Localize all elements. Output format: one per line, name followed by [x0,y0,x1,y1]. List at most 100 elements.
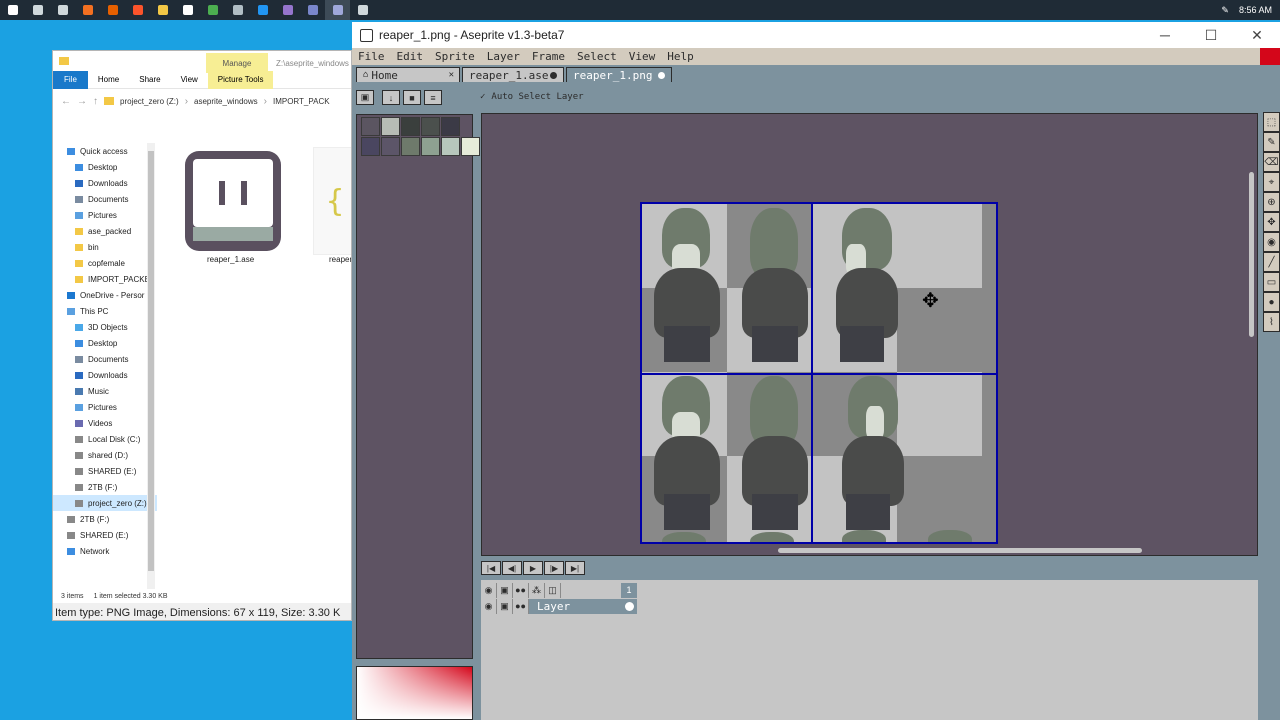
canvas-area[interactable]: ✥ [481,113,1258,556]
nav-item[interactable]: Videos [53,415,157,431]
app5-icon[interactable] [350,0,375,20]
palette-swatch[interactable] [441,137,460,156]
ribbon-view-tab[interactable]: View [171,75,208,84]
file-thumbnail[interactable] [181,147,285,255]
smudge-icon[interactable]: ⌇ [1263,312,1280,332]
nav-item[interactable]: SHARED (E:) [53,463,157,479]
nav-item[interactable]: shared (D:) [53,447,157,463]
aseprite-icon[interactable] [325,0,350,20]
up-arrow-icon[interactable]: ↑ [93,96,98,107]
search-app-icon[interactable] [75,0,100,20]
sprite-sheet[interactable] [640,202,998,544]
minimize-icon[interactable]: ─ [1142,22,1188,48]
prev-frame-icon[interactable]: ◀| [502,561,522,575]
nav-item[interactable]: bin [53,239,157,255]
firefox-icon[interactable] [100,0,125,20]
nav-item[interactable]: Desktop [53,159,157,175]
menu-sprite[interactable]: Sprite [429,50,481,63]
palette-swatch[interactable] [361,137,380,156]
nav-item[interactable]: Pictures [53,399,157,415]
onion-skin-icon[interactable]: ●● [513,582,529,598]
app3-icon[interactable] [275,0,300,20]
play-icon[interactable]: ▶ [523,561,543,575]
close-icon[interactable]: ✕ [1234,22,1280,48]
blur-icon[interactable]: ● [1263,292,1280,312]
nav-item[interactable]: copfemale [53,255,157,271]
modified-dot-icon[interactable] [550,71,557,79]
zoom-icon[interactable]: ⊕ [1263,192,1280,212]
color-picker[interactable] [356,666,473,720]
rectangle-icon[interactable]: ▭ [1263,272,1280,292]
nav-item[interactable]: project_zero (Z:) [53,495,157,511]
menu-edit[interactable]: Edit [391,50,430,63]
move-icon[interactable]: ✥ [1263,212,1280,232]
eye-icon[interactable]: ◉ [481,598,497,614]
nav-item[interactable]: ase_packed [53,223,157,239]
notification-icon[interactable] [1260,48,1280,66]
layer-name[interactable]: Layer [529,598,621,614]
menu-select[interactable]: Select [571,50,623,63]
nav-item[interactable]: Network [53,543,157,559]
app4-icon[interactable] [300,0,325,20]
manage-tab[interactable]: Manage [206,53,268,73]
obs-icon[interactable] [175,0,200,20]
modified-dot-icon[interactable] [658,71,665,79]
nav-item[interactable]: 3D Objects [53,319,157,335]
palette-swatch[interactable] [381,137,400,156]
forward-arrow-icon[interactable]: → [77,96,87,107]
nav-item[interactable]: Documents [53,191,157,207]
nav-item[interactable]: Pictures [53,207,157,223]
close-tab-icon[interactable]: ✕ [449,70,454,80]
ribbon-picture-tools-tab[interactable]: Picture Tools [207,70,274,89]
auto-select-layer-checkbox[interactable]: ✓ Auto Select Layer [480,92,584,102]
brave-icon[interactable] [125,0,150,20]
transparent-icon[interactable]: ■ [403,90,421,105]
file-name[interactable]: reaper_1.ase [207,255,254,264]
eraser-icon[interactable]: ⌫ [1263,152,1280,172]
nav-item[interactable]: 2TB (F:) [53,511,157,527]
json-file-icon[interactable]: { [313,147,351,255]
palette-swatch[interactable] [401,137,420,156]
pencil-icon[interactable]: ✎ [1263,132,1280,152]
vscode-icon[interactable] [250,0,275,20]
layer-row[interactable]: ◉ ▣ ●● Layer [481,598,637,614]
nav-item[interactable]: Documents [53,351,157,367]
scroll-thumb[interactable] [148,151,154,571]
first-frame-icon[interactable]: |◀ [481,561,501,575]
canvas-vscrollbar[interactable] [1249,172,1254,337]
next-frame-icon[interactable]: |▶ [544,561,564,575]
tab-home[interactable]: ⌂ Home ✕ [356,67,460,82]
palette-swatch[interactable] [361,117,380,136]
lock-icon[interactable]: ▣ [497,598,513,614]
menu-layer[interactable]: Layer [481,50,526,63]
ribbon-home-tab[interactable]: Home [88,75,129,84]
palette-swatch[interactable] [461,137,480,156]
palette-swatch[interactable] [421,117,440,136]
nav-item[interactable]: Downloads [53,367,157,383]
lock-icon[interactable]: ▣ [497,582,513,598]
file-name[interactable]: reaper [329,255,351,264]
palette-swatch[interactable] [401,117,420,136]
layers-icon[interactable]: ◫ [545,582,561,598]
cel[interactable] [621,598,637,614]
search-icon[interactable] [25,0,50,20]
pivot-icon[interactable]: ↓ [382,90,400,105]
explorer-icon[interactable] [150,0,175,20]
clock[interactable]: 8:56 AM [1239,5,1272,15]
pen-icon[interactable]: ✎ [1221,5,1229,16]
breadcrumb-folder[interactable]: IMPORT_PACK [273,97,330,106]
menu-frame[interactable]: Frame [526,50,571,63]
marquee-icon[interactable]: ⬚ [1263,112,1280,132]
windows-icon[interactable] [0,0,25,20]
line-icon[interactable]: ╱ [1263,252,1280,272]
last-frame-icon[interactable]: ▶| [565,561,585,575]
menu-help[interactable]: Help [661,50,700,63]
nav-item[interactable]: Downloads [53,175,157,191]
nav-item[interactable]: IMPORT_PACKE [53,271,157,287]
palette-swatch[interactable] [441,117,460,136]
nav-item[interactable]: SHARED (E:) [53,527,157,543]
palette-swatch[interactable] [381,117,400,136]
breadcrumb-folder[interactable]: aseprite_windows [194,97,258,106]
palette-swatch[interactable] [421,137,440,156]
eyedropper-icon[interactable]: ⌖ [1263,172,1280,192]
